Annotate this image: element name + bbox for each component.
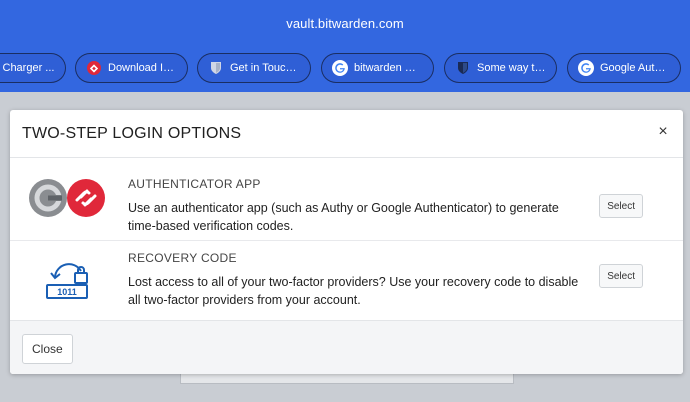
tab-charger[interactable]: l Charger ...	[0, 53, 66, 83]
tab-some-way[interactable]: Some way to ...	[444, 53, 557, 83]
tab-label: Google Authe...	[600, 62, 670, 74]
option-description: Use an authenticator app (such as Authy …	[128, 201, 559, 233]
tab-strip: l Charger ... Download Ins... Get in Tou…	[0, 46, 690, 92]
tab-google-authenticator[interactable]: Google Authe...	[567, 53, 681, 83]
tab-label: Get in Touch | ...	[230, 62, 300, 74]
google-icon	[332, 60, 348, 76]
close-button[interactable]: Close	[22, 334, 73, 364]
authy-icon	[86, 60, 102, 76]
tab-label: l Charger ...	[0, 62, 55, 74]
bitwarden-shield-icon	[455, 60, 471, 76]
close-icon[interactable]: ×	[655, 123, 671, 141]
tab-get-in-touch[interactable]: Get in Touch | ...	[197, 53, 311, 83]
google-icon	[578, 60, 594, 76]
tab-label: Some way to ...	[477, 62, 546, 74]
option-title: AUTHENTICATOR APP	[128, 177, 261, 191]
tab-label: Download Ins...	[108, 62, 177, 74]
option-description: Lost access to all of your two-factor pr…	[128, 275, 579, 307]
modal-footer: Close	[10, 320, 683, 374]
option-authenticator-app: AUTHENTICATOR APP Use an authenticator a…	[10, 158, 683, 240]
url-text: vault.bitwarden.com	[286, 15, 404, 31]
modal-title: TWO-STEP LOGIN OPTIONS	[22, 124, 242, 142]
address-bar[interactable]: vault.bitwarden.com	[0, 0, 690, 46]
modal-header: TWO-STEP LOGIN OPTIONS ×	[10, 110, 683, 158]
select-authenticator-button[interactable]: Select	[599, 194, 643, 218]
tab-bitwarden-mfa[interactable]: bitwarden MF...	[321, 53, 434, 83]
option-title: RECOVERY CODE	[128, 251, 237, 265]
bitwarden-shield-icon	[208, 60, 224, 76]
recovery-code-icon: 1011	[10, 241, 128, 321]
tab-label: bitwarden MF...	[354, 62, 423, 74]
authenticator-app-icon	[10, 158, 128, 238]
option-recovery-code: 1011 RECOVERY CODE Lost access to all of…	[10, 240, 683, 321]
tab-download[interactable]: Download Ins...	[75, 53, 188, 83]
two-step-login-modal: TWO-STEP LOGIN OPTIONS × AUTHENTICATOR A…	[10, 110, 683, 374]
select-recovery-code-button[interactable]: Select	[599, 264, 643, 288]
recovery-code-digits: 1011	[57, 287, 77, 297]
